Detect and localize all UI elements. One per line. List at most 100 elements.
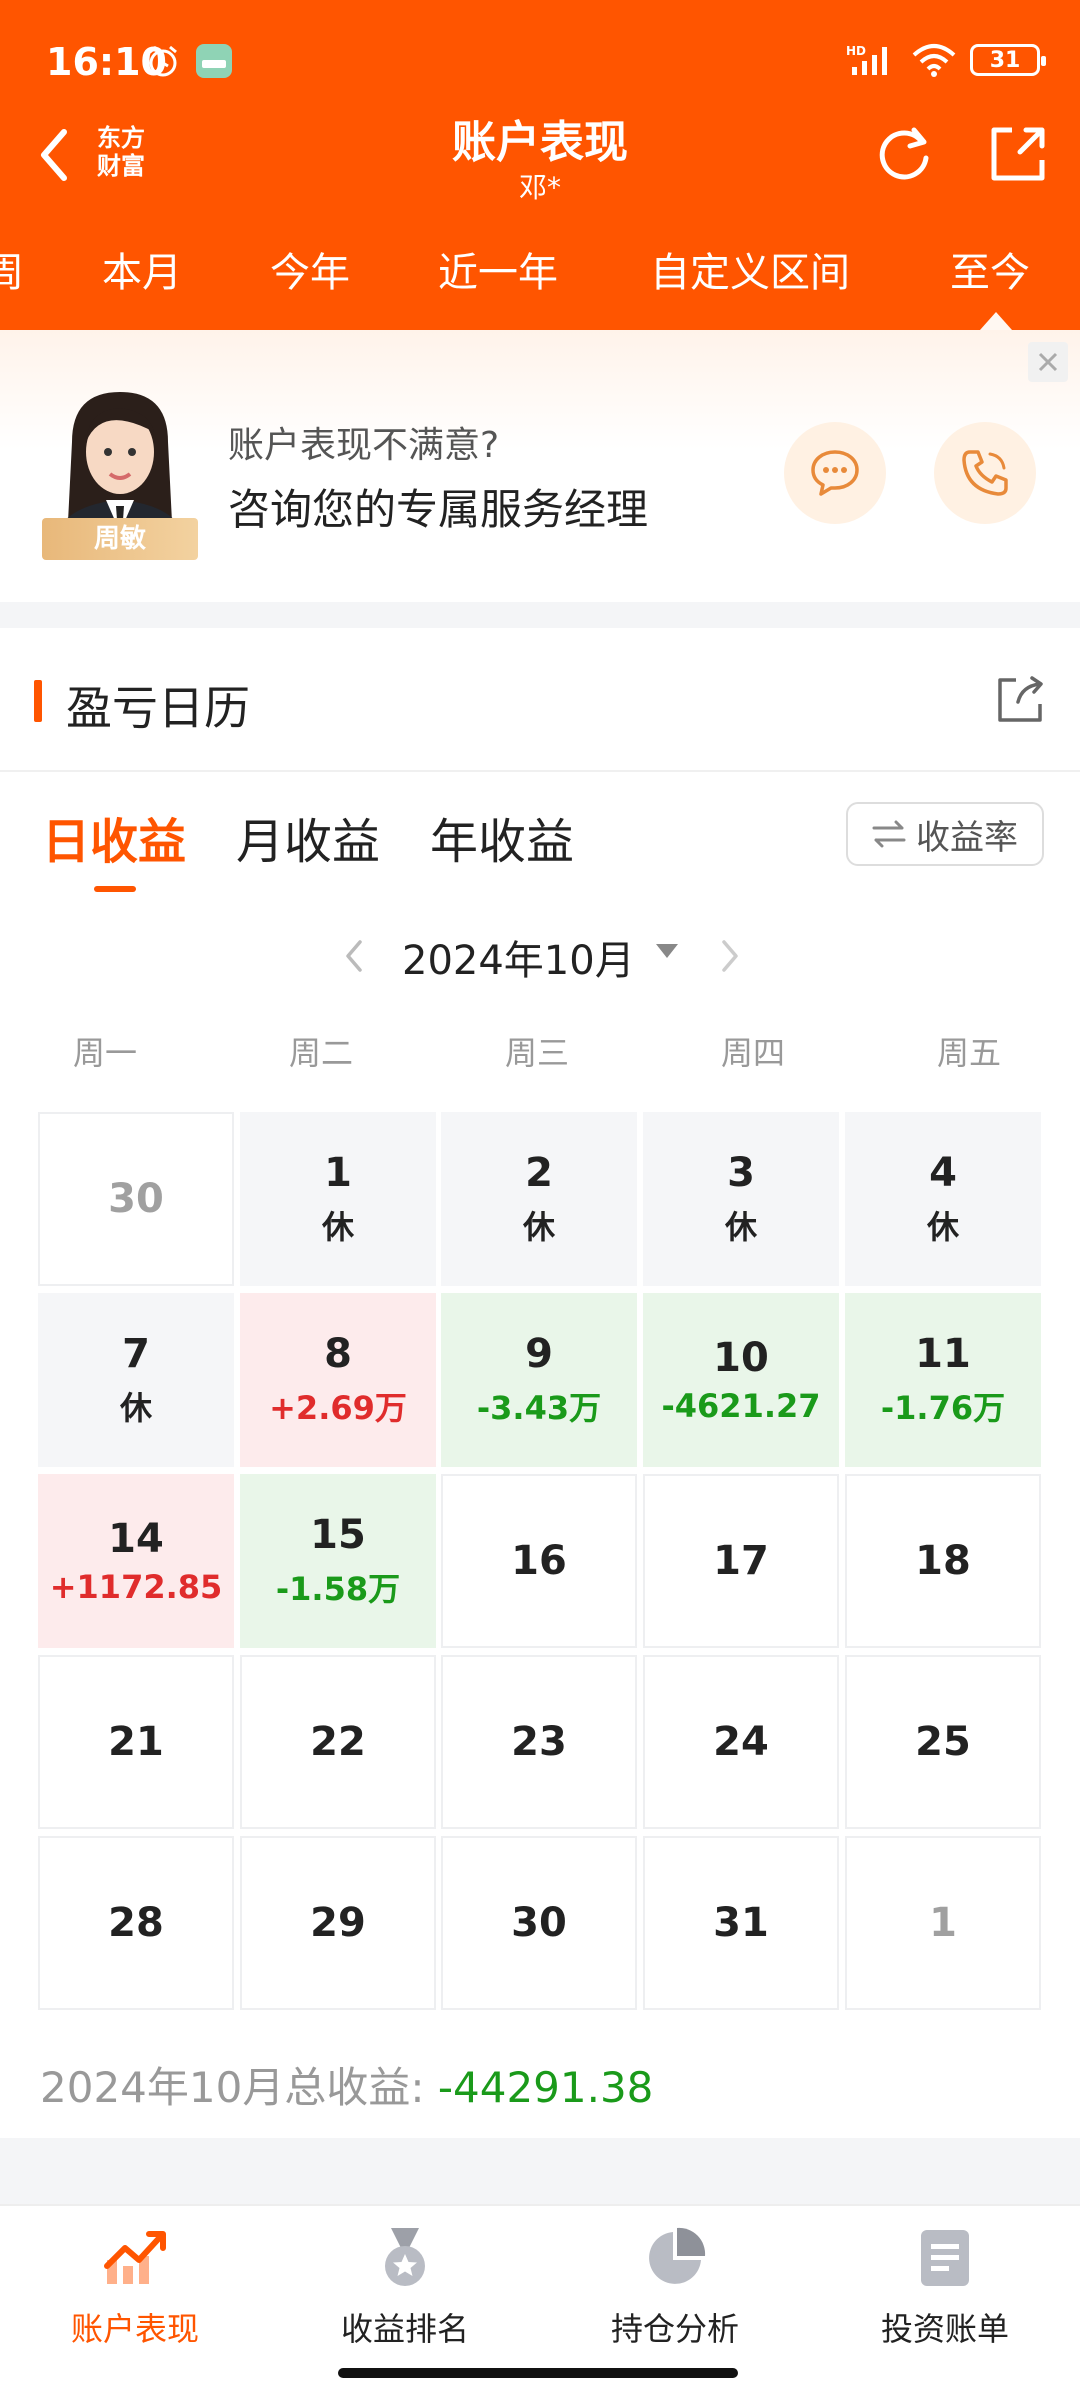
signal-icon: HD (846, 44, 887, 75)
day-status: 休 (119, 1389, 152, 1427)
prev-month-button[interactable] (336, 926, 372, 986)
medal-icon (385, 2228, 425, 2286)
next-month-button[interactable] (712, 926, 748, 986)
nav-holdings-analysis[interactable]: 持仓分析 (540, 2226, 810, 2376)
current-month[interactable]: 2024年10月 (402, 928, 635, 986)
call-button[interactable] (934, 422, 1036, 524)
tab-this-month[interactable]: 本月 (102, 240, 182, 298)
share-button[interactable] (986, 122, 1050, 186)
tab-monthly-return[interactable]: 月收益 (236, 802, 380, 872)
day-number: 24 (713, 1719, 769, 1765)
chat-button[interactable] (784, 422, 886, 524)
battery-icon: 31 (970, 44, 1046, 76)
weekday-wed: 周三 (504, 1034, 569, 1072)
day-number: 23 (511, 1719, 567, 1765)
day-status: 休 (321, 1208, 354, 1246)
nav-label: 投资账单 (880, 2310, 1009, 2348)
calendar-day-cell[interactable]: 16 (441, 1474, 637, 1648)
month-total: 2024年10月总收益: -44291.38 (40, 2054, 653, 2115)
tab-week[interactable]: 周 (0, 240, 24, 298)
tab-this-year[interactable]: 今年 (270, 240, 350, 298)
calendar-day-cell[interactable]: 31 (643, 1836, 839, 2010)
month-total-label: 2024年10月总收益: (40, 2063, 438, 2112)
calendar-day-cell[interactable]: 7休 (38, 1293, 234, 1467)
day-number: 2 (525, 1150, 553, 1196)
calendar-day-cell[interactable]: 9 -3.43万 (441, 1293, 637, 1467)
active-tab-underline (94, 886, 136, 892)
tab-custom-range[interactable]: 自定义区间 (650, 240, 850, 298)
weekday-mon: 周一 (72, 1034, 137, 1072)
dropdown-caret-icon[interactable] (656, 944, 678, 958)
day-status: 休 (724, 1208, 757, 1246)
calendar-day-cell[interactable]: 3休 (643, 1112, 839, 1286)
accent-bar (34, 680, 42, 722)
tab-to-date[interactable]: 至今 (950, 240, 1030, 298)
day-number: 21 (108, 1719, 164, 1765)
day-pnl: -1.58万 (275, 1570, 401, 1608)
advisor-banner[interactable]: 周敏 账户表现不满意? 咨询您的专属服务经理 (0, 330, 1080, 602)
weekday-tue: 周二 (288, 1034, 353, 1072)
calendar-day-cell[interactable]: 14 +1172.85 (38, 1474, 234, 1648)
app-header: 16:10 HD 31 东方 财富 账户表现 邓* 周 本月 今年 近一年 自定… (0, 0, 1080, 330)
bill-icon (921, 2230, 969, 2286)
calendar-day-cell[interactable]: 11 -1.76万 (845, 1293, 1041, 1467)
day-number: 25 (915, 1719, 971, 1765)
calendar-day-cell[interactable]: 10 -4621.27 (643, 1293, 839, 1467)
month-total-value: -44291.38 (437, 2063, 654, 2112)
tab-yearly-return[interactable]: 年收益 (430, 802, 574, 872)
calendar-day-cell[interactable]: 2休 (441, 1112, 637, 1286)
day-number: 30 (108, 1176, 164, 1222)
calendar-day-cell[interactable]: 30 (441, 1836, 637, 2010)
calendar-day-cell[interactable]: 25 (845, 1655, 1041, 1829)
tab-last-year[interactable]: 近一年 (438, 240, 558, 298)
calendar-day-cell[interactable]: 15 -1.58万 (240, 1474, 436, 1648)
day-number: 16 (511, 1538, 567, 1584)
day-status: 休 (522, 1208, 555, 1246)
calendar-day-cell[interactable]: 17 (643, 1474, 839, 1648)
day-number: 7 (122, 1331, 150, 1377)
day-number: 9 (525, 1331, 553, 1377)
refresh-button[interactable] (872, 122, 936, 186)
day-number: 29 (310, 1900, 366, 1946)
calendar-day-cell[interactable]: 29 (240, 1836, 436, 2010)
calendar-day-cell[interactable]: 24 (643, 1655, 839, 1829)
calendar-day-cell[interactable]: 8 +2.69万 (240, 1293, 436, 1467)
calendar-day-cell[interactable]: 4休 (845, 1112, 1041, 1286)
status-right: HD 31 (846, 40, 1046, 80)
share-icon[interactable] (994, 672, 1048, 726)
alarm-icon (149, 45, 177, 77)
notification-app-icon (196, 44, 232, 78)
close-icon[interactable] (1028, 342, 1068, 382)
active-tab-indicator (980, 312, 1012, 330)
day-pnl: +2.69万 (269, 1389, 407, 1427)
calendar-day-cell[interactable]: 18 (845, 1474, 1041, 1648)
calendar-day-cell[interactable]: 30 (38, 1112, 234, 1286)
calendar-day-cell[interactable]: 1休 (240, 1112, 436, 1286)
weekday-fri: 周五 (936, 1034, 1001, 1072)
phone-icon (962, 450, 1008, 496)
calendar-day-cell[interactable]: 1 (845, 1836, 1041, 2010)
card-title: 盈亏日历 (66, 681, 250, 735)
chat-icon (811, 450, 859, 496)
day-number: 3 (727, 1150, 755, 1196)
day-pnl: +1172.85 (49, 1568, 223, 1606)
tab-daily-return[interactable]: 日收益 (42, 802, 186, 872)
advisor-name: 周敏 (42, 518, 198, 560)
day-number: 14 (108, 1516, 164, 1562)
nav-account-performance[interactable]: 账户表现 (0, 2226, 270, 2376)
trend-chart-icon (104, 2231, 166, 2284)
day-number: 11 (915, 1331, 971, 1377)
month-selector: 2024年10月 (0, 926, 1080, 986)
calendar-day-cell[interactable]: 22 (240, 1655, 436, 1829)
nav-return-ranking[interactable]: 收益排名 (270, 2226, 540, 2376)
calendar-day-cell[interactable]: 23 (441, 1655, 637, 1829)
return-rate-toggle[interactable]: 收益率 (846, 802, 1044, 866)
calendar-day-cell[interactable]: 21 (38, 1655, 234, 1829)
wifi-icon (912, 44, 956, 77)
nav-investment-bill[interactable]: 投资账单 (810, 2226, 1080, 2376)
day-number: 1 (324, 1150, 352, 1196)
day-number: 15 (310, 1512, 366, 1558)
calendar-day-cell[interactable]: 28 (38, 1836, 234, 2010)
day-number: 22 (310, 1719, 366, 1765)
home-indicator[interactable] (338, 2368, 738, 2378)
